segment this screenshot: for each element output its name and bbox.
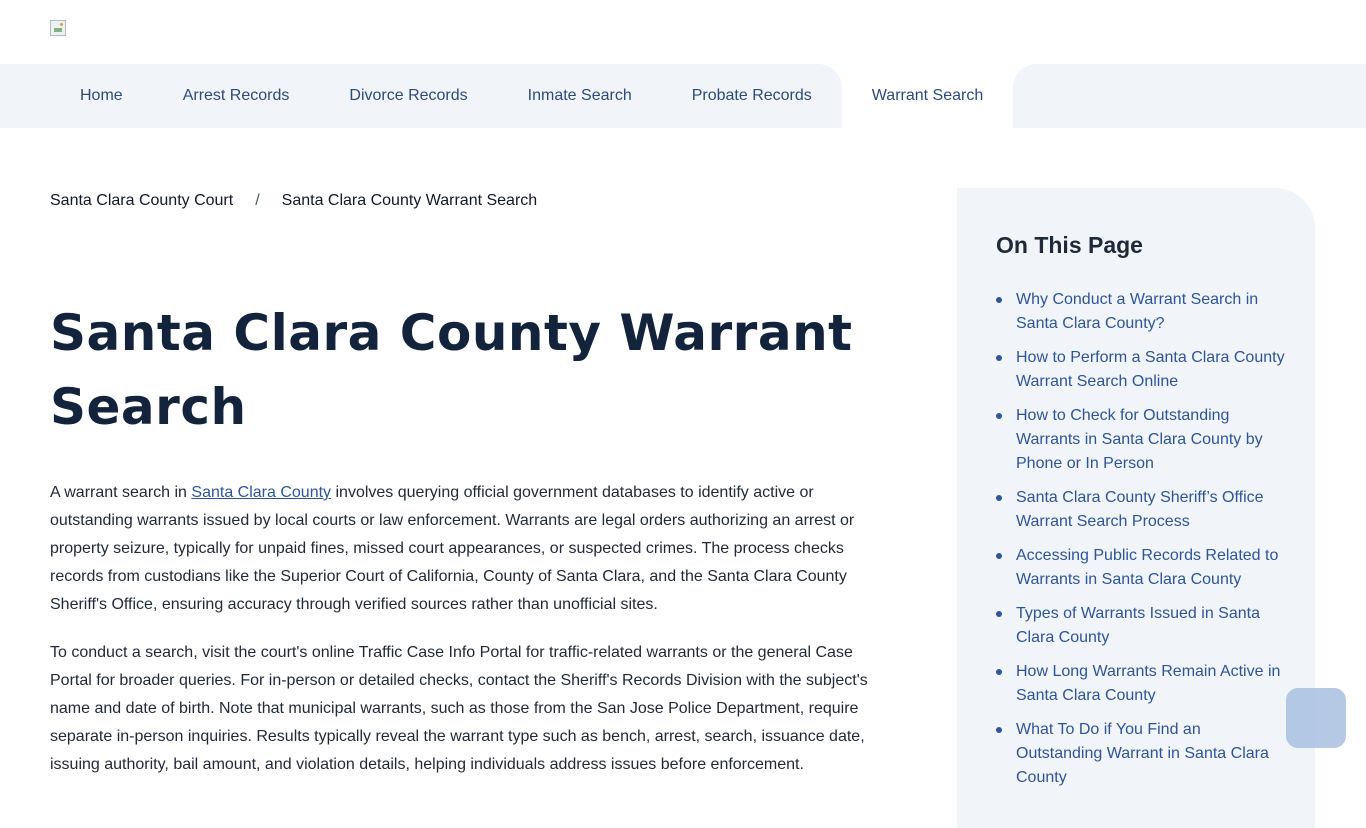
toc-item[interactable]: Accessing Public Records Related to Warr… xyxy=(996,544,1286,592)
breadcrumb-current: Santa Clara County Warrant Search xyxy=(281,192,538,209)
nav-item-divorce-records[interactable]: Divorce Records xyxy=(319,64,497,128)
toc-item[interactable]: What To Do if You Find an Outstanding Wa… xyxy=(996,718,1286,790)
nav-item-home[interactable]: Home xyxy=(50,64,153,128)
paragraph-text: A warrant search in xyxy=(50,484,192,501)
santa-clara-county-link[interactable]: Santa Clara County xyxy=(191,484,331,501)
toc-heading: On This Page xyxy=(996,232,1143,258)
scroll-to-top-button[interactable] xyxy=(1286,688,1346,748)
toc-list: Why Conduct a Warrant Search in Santa Cl… xyxy=(996,288,1286,800)
main-nav: Home Arrest Records Divorce Records Inma… xyxy=(0,64,1366,128)
toc-item[interactable]: Santa Clara County Sheriff’s Office Warr… xyxy=(996,486,1286,534)
toc-item[interactable]: How to Check for Outstanding Warrants in… xyxy=(996,404,1286,476)
nav-background-right xyxy=(1013,64,1366,128)
toc-item[interactable]: How Long Warrants Remain Active in Santa… xyxy=(996,660,1286,708)
site-logo[interactable] xyxy=(50,20,66,36)
toc-item[interactable]: Why Conduct a Warrant Search in Santa Cl… xyxy=(996,288,1286,336)
article-paragraph-1: A warrant search in Santa Clara County i… xyxy=(50,479,880,619)
article-body: A warrant search in Santa Clara County i… xyxy=(50,479,880,799)
broken-image-icon xyxy=(50,20,66,36)
toc-item[interactable]: How to Perform a Santa Clara County Warr… xyxy=(996,346,1286,394)
breadcrumb-parent-link[interactable]: Santa Clara County Court xyxy=(50,192,233,210)
nav-item-arrest-records[interactable]: Arrest Records xyxy=(153,64,320,128)
table-of-contents: On This Page Why Conduct a Warrant Searc… xyxy=(957,188,1315,828)
breadcrumb: Santa Clara County Court / Santa Clara C… xyxy=(50,192,537,210)
nav-item-probate-records[interactable]: Probate Records xyxy=(662,64,842,128)
toc-item[interactable]: Types of Warrants Issued in Santa Clara … xyxy=(996,602,1286,650)
page-title: Santa Clara County Warrant Search xyxy=(50,304,853,436)
paragraph-text: involves querying official government da… xyxy=(50,484,855,613)
breadcrumb-separator: / xyxy=(255,192,260,209)
nav-items: Home Arrest Records Divorce Records Inma… xyxy=(50,64,1013,128)
nav-item-warrant-search[interactable]: Warrant Search xyxy=(842,64,1013,128)
article-paragraph-2: To conduct a search, visit the court's o… xyxy=(50,644,868,773)
nav-item-inmate-search[interactable]: Inmate Search xyxy=(498,64,662,128)
